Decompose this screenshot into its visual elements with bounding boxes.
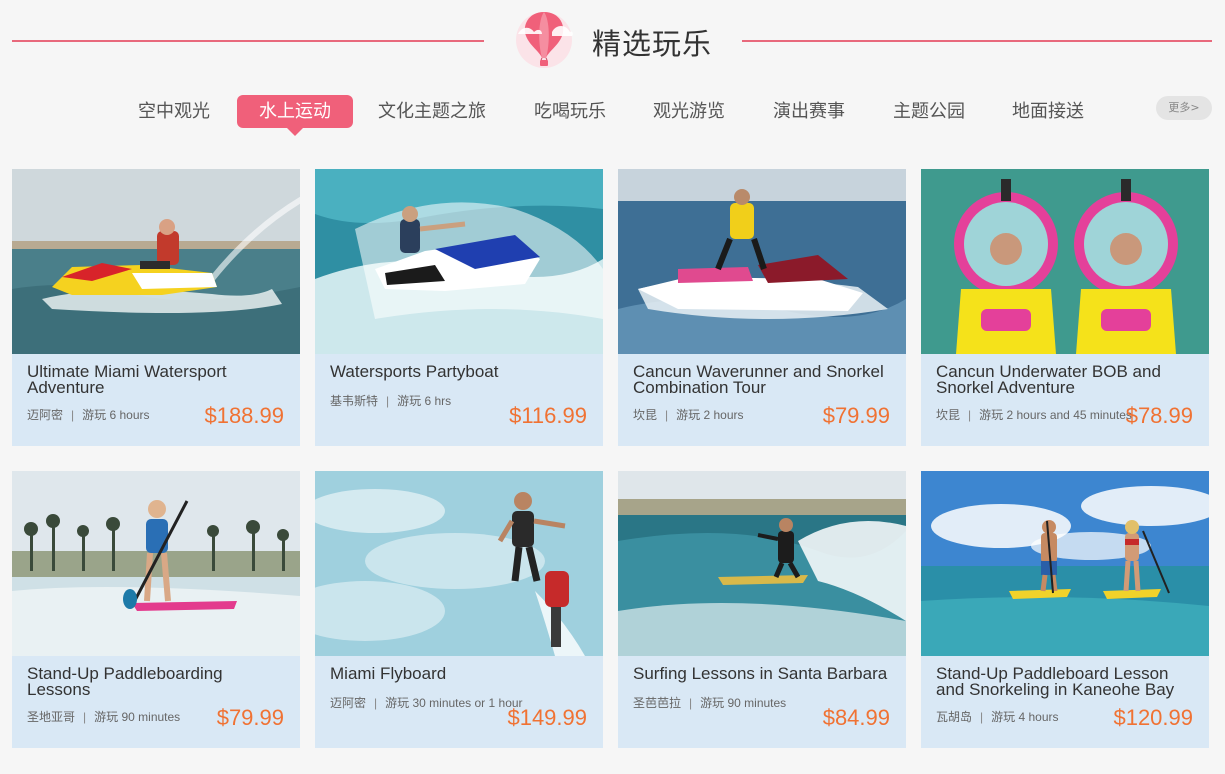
hot-air-balloon-icon bbox=[512, 8, 576, 72]
product-location: 迈阿密 bbox=[27, 408, 64, 422]
product-info: Cancun Underwater BOB and Snorkel Advent… bbox=[921, 354, 1209, 446]
product-photo[interactable] bbox=[315, 169, 603, 354]
product-name[interactable]: Stand-Up Paddleboard Lesson and Snorkeli… bbox=[936, 665, 1198, 698]
product-price: $149.99 bbox=[507, 705, 587, 730]
product-photo[interactable] bbox=[921, 471, 1209, 656]
product-location: 瓦胡岛 bbox=[936, 710, 973, 724]
product-meta: 坎昆 | 游玩 2 hours bbox=[633, 406, 744, 423]
product-price: $79.99 bbox=[216, 705, 284, 730]
product-meta: 坎昆 | 游玩 2 hours and 45 minutes bbox=[936, 406, 1132, 423]
product-name[interactable]: Miami Flyboard bbox=[330, 665, 592, 682]
product-info: Surfing Lessons in Santa Barbara 圣芭芭拉 | 游玩… bbox=[618, 656, 906, 748]
product-name[interactable]: Cancun Underwater BOB and Snorkel Advent… bbox=[936, 363, 1198, 396]
product-duration: 游玩 90 minutes bbox=[94, 710, 181, 724]
tab-water-sports[interactable]: 水上运动 bbox=[237, 95, 353, 136]
meta-separator: | bbox=[665, 408, 669, 422]
product-meta: 基韦斯特 | 游玩 6 hrs bbox=[330, 392, 451, 409]
meta-separator: | bbox=[386, 394, 390, 408]
product-price: $116.99 bbox=[509, 403, 587, 428]
product-price: $79.99 bbox=[822, 403, 890, 428]
meta-separator: | bbox=[83, 710, 87, 724]
category-tabs: 空中观光 水上运动 文化主题之旅 吃喝玩乐 观光游览 演出赛事 主题公园 地面接… bbox=[0, 92, 1225, 142]
product-photo[interactable] bbox=[618, 471, 906, 656]
product-duration: 游玩 6 hrs bbox=[397, 394, 452, 408]
product-location: 迈阿密 bbox=[330, 696, 367, 710]
product-meta: 圣地亚哥 | 游玩 90 minutes bbox=[27, 708, 180, 725]
product-meta: 瓦胡岛 | 游玩 4 hours bbox=[936, 708, 1059, 725]
product-location: 圣地亚哥 bbox=[27, 710, 76, 724]
product-location: 坎昆 bbox=[633, 408, 658, 422]
product-duration: 游玩 6 hours bbox=[82, 408, 150, 422]
product-duration: 游玩 2 hours bbox=[676, 408, 744, 422]
header-divider-right bbox=[742, 40, 1212, 42]
meta-separator: | bbox=[980, 710, 984, 724]
meta-separator: | bbox=[71, 408, 75, 422]
product-photo[interactable] bbox=[315, 471, 603, 656]
product-info: Watersports Partyboat 基韦斯特 | 游玩 6 hrs $116… bbox=[315, 354, 603, 446]
more-button[interactable]: 更多> bbox=[1156, 96, 1212, 120]
tab-aerial-tours[interactable]: 空中观光 bbox=[138, 95, 210, 128]
product-price: $188.99 bbox=[204, 403, 284, 428]
product-price: $78.99 bbox=[1125, 403, 1193, 428]
product-location: 坎昆 bbox=[936, 408, 961, 422]
product-photo[interactable] bbox=[12, 169, 300, 354]
header-divider-left bbox=[12, 40, 484, 42]
product-name[interactable]: Ultimate Miami Watersport Adventure bbox=[27, 363, 289, 396]
meta-separator: | bbox=[968, 408, 972, 422]
product-location: 圣芭芭拉 bbox=[633, 696, 682, 710]
product-card[interactable]: Stand-Up Paddleboard Lesson and Snorkeli… bbox=[921, 471, 1209, 748]
tab-ground-transfers[interactable]: 地面接送 bbox=[1012, 95, 1084, 128]
product-card[interactable]: Surfing Lessons in Santa Barbara 圣芭芭拉 | 游玩… bbox=[618, 471, 906, 748]
product-duration: 游玩 30 minutes or 1 hour bbox=[385, 696, 523, 710]
product-name[interactable]: Watersports Partyboat bbox=[330, 363, 592, 380]
product-duration: 游玩 2 hours and 45 minutes bbox=[979, 408, 1132, 422]
tab-theme-parks[interactable]: 主题公园 bbox=[893, 95, 965, 128]
product-meta: 迈阿密 | 游玩 30 minutes or 1 hour bbox=[330, 694, 523, 711]
product-info: Stand-Up Paddleboard Lesson and Snorkeli… bbox=[921, 656, 1209, 748]
product-card[interactable]: Miami Flyboard 迈阿密 | 游玩 30 minutes or 1 ho… bbox=[315, 471, 603, 748]
product-name[interactable]: Surfing Lessons in Santa Barbara bbox=[633, 665, 895, 682]
product-meta: 迈阿密 | 游玩 6 hours bbox=[27, 406, 150, 423]
product-photo[interactable] bbox=[618, 169, 906, 354]
product-card[interactable]: Watersports Partyboat 基韦斯特 | 游玩 6 hrs $116… bbox=[315, 169, 603, 446]
product-info: Miami Flyboard 迈阿密 | 游玩 30 minutes or 1 ho… bbox=[315, 656, 603, 748]
product-card[interactable]: Stand-Up Paddleboarding Lessons 圣地亚哥 | 游玩 … bbox=[12, 471, 300, 748]
product-name[interactable]: Cancun Waverunner and Snorkel Combinatio… bbox=[633, 363, 895, 396]
product-card[interactable]: Cancun Waverunner and Snorkel Combinatio… bbox=[618, 169, 906, 446]
product-price: $120.99 bbox=[1113, 705, 1193, 730]
product-price: $84.99 bbox=[822, 705, 890, 730]
tab-cultural-themed-tours[interactable]: 文化主题之旅 bbox=[378, 95, 486, 128]
product-card[interactable]: Ultimate Miami Watersport Adventure 迈阿密 |… bbox=[12, 169, 300, 446]
product-info: Stand-Up Paddleboarding Lessons 圣地亚哥 | 游玩 … bbox=[12, 656, 300, 748]
product-meta: 圣芭芭拉 | 游玩 90 minutes bbox=[633, 694, 786, 711]
product-info: Cancun Waverunner and Snorkel Combinatio… bbox=[618, 354, 906, 446]
product-photo[interactable] bbox=[12, 471, 300, 656]
product-photo[interactable] bbox=[921, 169, 1209, 354]
tab-sightseeing[interactable]: 观光游览 bbox=[653, 95, 725, 128]
meta-separator: | bbox=[689, 696, 693, 710]
tab-shows-events[interactable]: 演出赛事 bbox=[773, 95, 845, 128]
tab-food-drink-fun[interactable]: 吃喝玩乐 bbox=[534, 95, 606, 128]
section-header: 精选玩乐 bbox=[0, 0, 1225, 80]
section-title: 精选玩乐 bbox=[592, 27, 713, 61]
product-location: 基韦斯特 bbox=[330, 394, 379, 408]
product-info: Ultimate Miami Watersport Adventure 迈阿密 |… bbox=[12, 354, 300, 446]
product-duration: 游玩 4 hours bbox=[991, 710, 1059, 724]
meta-separator: | bbox=[374, 696, 378, 710]
product-name[interactable]: Stand-Up Paddleboarding Lessons bbox=[27, 665, 289, 698]
product-duration: 游玩 90 minutes bbox=[700, 696, 787, 710]
product-card[interactable]: Cancun Underwater BOB and Snorkel Advent… bbox=[921, 169, 1209, 446]
